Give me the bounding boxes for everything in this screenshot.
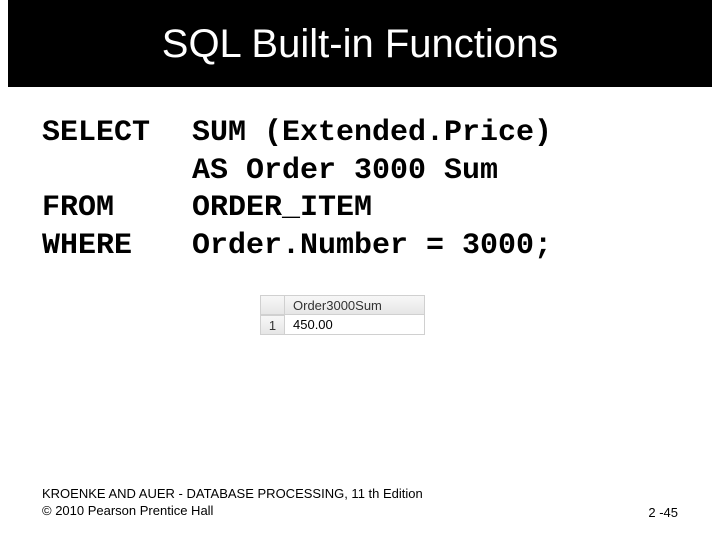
footer-citation-line2: © 2010 Pearson Prentice Hall (42, 503, 423, 520)
slide-title: SQL Built-in Functions (8, 0, 712, 87)
sql-where-condition: Order.Number = 3000; (192, 228, 552, 266)
sql-indent (42, 153, 192, 191)
sql-as-alias: AS Order 3000 Sum (192, 153, 498, 191)
sql-select-keyword: SELECT (42, 115, 192, 153)
result-column-header: Order3000Sum (285, 295, 425, 315)
sql-where-keyword: WHERE (42, 228, 192, 266)
result-value-cell: 450.00 (285, 315, 425, 335)
footer-page-number: 2 -45 (648, 505, 678, 520)
slide-footer: KROENKE AND AUER - DATABASE PROCESSING, … (42, 486, 678, 520)
sql-select-expression: SUM (Extended.Price) (192, 115, 552, 153)
result-row-number: 1 (261, 315, 285, 335)
query-result-grid: 1 Order3000Sum 450.00 (260, 295, 460, 335)
sql-from-table: ORDER_ITEM (192, 190, 372, 228)
result-corner-cell (261, 295, 285, 315)
footer-citation-line1: KROENKE AND AUER - DATABASE PROCESSING, … (42, 486, 423, 503)
sql-code-block: SELECT SUM (Extended.Price) AS Order 300… (42, 115, 720, 265)
sql-from-keyword: FROM (42, 190, 192, 228)
